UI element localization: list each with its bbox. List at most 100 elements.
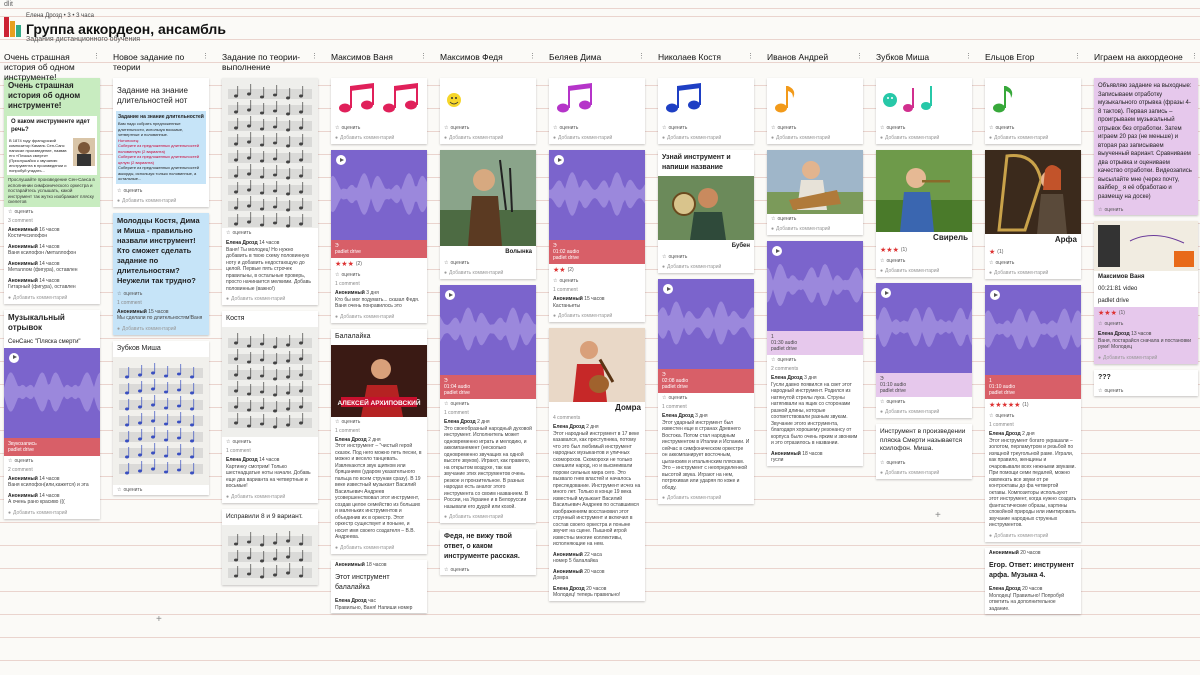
post-card[interactable]: ☆ оценить ● Добавить комментарий xyxy=(767,78,863,144)
add-comment-button[interactable]: ● Добавить комментарий xyxy=(4,293,100,304)
post-card[interactable]: Анонимный 18 часов Этот инструмент балал… xyxy=(331,559,427,613)
post-card[interactable]: Домра 4 comments Елена Дрозд 2 дня Этот н… xyxy=(549,328,645,601)
rate-button[interactable]: ☆ оценить xyxy=(549,123,645,133)
post-card[interactable]: 1 01:30 audio padlet drive ☆ оценить 2 comm… xyxy=(767,241,863,466)
rate-button[interactable]: ☆ оценить xyxy=(440,399,536,409)
add-comment-button[interactable]: ● Добавить комментарий xyxy=(985,133,1081,144)
post-card[interactable]: Зубков Миша ☆ оценить xyxy=(113,340,209,495)
rating[interactable]: ★★ (2) xyxy=(549,264,645,276)
post-card[interactable]: Инструмент в произведении пляска Смерти … xyxy=(876,424,972,479)
rate-button[interactable]: ☆ оценить xyxy=(4,456,100,466)
play-icon[interactable] xyxy=(881,288,891,298)
post-card[interactable]: ☆ оценить ● Добавить комментарий xyxy=(440,78,536,144)
add-comment-button[interactable]: ● Добавить комментарий xyxy=(331,543,427,554)
add-comment-button[interactable]: ● Добавить комментарий xyxy=(876,266,972,277)
post-card[interactable]: ☆ оценить ● Добавить комментарий xyxy=(767,150,863,235)
post-card[interactable]: ☆ оценить Елена Дрозд 14 часов Ваня! Ты мо… xyxy=(222,78,318,305)
audio-player[interactable] xyxy=(876,283,972,373)
post-card[interactable]: Музыкальный отрывок СенСанс "Пляска смер… xyxy=(4,309,100,519)
rate-button[interactable]: ☆ оценить xyxy=(440,258,536,268)
rate-button[interactable]: ☆ оценить xyxy=(876,123,972,133)
add-post-icon[interactable]: + xyxy=(935,510,941,521)
add-comment-button[interactable]: ● Добавить комментарий xyxy=(985,531,1081,542)
post-card[interactable]: Волынка ☆ оценить ● Добавить комментарий xyxy=(440,150,536,279)
post-card[interactable]: ☆ оценить ● Добавить комментарий xyxy=(549,78,645,144)
rate-button[interactable]: ☆ оценить xyxy=(985,258,1081,268)
post-card[interactable]: Объявляю задание на выходные: Записываем… xyxy=(1094,78,1198,215)
audio-player[interactable] xyxy=(985,285,1081,375)
add-comment-button[interactable]: ● Добавить комментарий xyxy=(222,294,318,305)
post-card[interactable]: Анонимный 20 часов Егор. Ответ: инструме… xyxy=(985,547,1081,614)
more-icon[interactable]: ⋮ xyxy=(1074,52,1081,62)
more-icon[interactable]: ⋮ xyxy=(747,52,754,62)
post-card[interactable]: Э 01:04 audio padlet drive ☆ оценить 1 comm… xyxy=(440,285,536,523)
add-comment-button[interactable]: ● Добавить комментарий xyxy=(658,493,754,504)
rating[interactable]: ★★★ (1) xyxy=(1094,307,1198,319)
rate-button[interactable]: ☆ оценить xyxy=(1094,386,1198,396)
play-icon[interactable] xyxy=(663,284,673,294)
more-icon[interactable]: ⋮ xyxy=(638,52,645,62)
audio-player[interactable] xyxy=(658,279,754,369)
rate-button[interactable]: ☆ оценить xyxy=(658,123,754,133)
post-card[interactable]: Балалайка АЛЕКСЕЙ АРХИПОВСКИЙ ☆ оценить 1… xyxy=(331,328,427,554)
rate-button[interactable]: ☆ оценить xyxy=(222,228,318,238)
more-icon[interactable]: ⋮ xyxy=(1191,52,1198,62)
add-comment-button[interactable]: ● Добавить комментарий xyxy=(876,407,972,418)
rating[interactable]: ★★★★★ (1) xyxy=(985,399,1081,411)
add-comment-button[interactable]: ● Добавить комментарий xyxy=(440,133,536,144)
more-icon[interactable]: ⋮ xyxy=(529,52,536,62)
video-thumbnail[interactable] xyxy=(1094,221,1198,271)
post-card[interactable]: ??? ☆ оценить xyxy=(1094,369,1198,396)
post-card[interactable]: Э 01:10 audio padlet drive ☆ оценить ● Добав… xyxy=(876,283,972,418)
rate-button[interactable]: ☆ оценить xyxy=(113,485,209,495)
add-comment-button[interactable]: ● Добавить комментарий xyxy=(113,324,209,335)
audio-player[interactable] xyxy=(767,241,863,331)
rate-button[interactable]: ☆ оценить xyxy=(767,123,863,133)
post-card[interactable]: Задание на знание длительностей нот Зада… xyxy=(113,78,209,207)
post-card[interactable]: 1 01:10 audio padlet drive ★★★★★ (1) ☆ оцени… xyxy=(985,285,1081,542)
rate-button[interactable]: ☆ оценить xyxy=(767,214,863,224)
rate-button[interactable]: ☆ оценить xyxy=(113,186,209,196)
more-icon[interactable]: ⋮ xyxy=(93,52,100,62)
add-comment-button[interactable]: ● Добавить комментарий xyxy=(767,133,863,144)
rate-button[interactable]: ☆ оценить xyxy=(440,565,536,575)
add-comment-button[interactable]: ● Добавить комментарий xyxy=(876,133,972,144)
post-card[interactable]: Максимов Ваня 00:21:81 video padlet driv… xyxy=(1094,221,1198,364)
add-comment-button[interactable]: ● Добавить комментарий xyxy=(767,224,863,235)
add-comment-button[interactable]: ● Добавить комментарий xyxy=(549,311,645,322)
audio-player[interactable] xyxy=(331,150,427,240)
add-comment-button[interactable]: ● Добавить комментарий xyxy=(549,133,645,144)
rate-button[interactable]: ☆ оценить xyxy=(549,276,645,286)
play-icon[interactable] xyxy=(9,352,19,363)
add-comment-button[interactable]: ● Добавить комментарий xyxy=(440,268,536,279)
rate-button[interactable]: ☆ оценить xyxy=(985,411,1081,421)
add-comment-button[interactable]: ● Добавить комментарий xyxy=(331,133,427,144)
add-comment-button[interactable]: ● Добавить комментарий xyxy=(4,508,100,519)
post-card[interactable]: Арфа ★ (1) ☆ оценить ● Добавить комментарий xyxy=(985,150,1081,279)
rate-button[interactable]: ☆ оценить xyxy=(876,458,972,468)
add-comment-button[interactable]: ● Добавить комментарий xyxy=(1094,353,1198,364)
post-card[interactable]: Костя ☆ оценить 1 comment Елена Дрозд 14 … xyxy=(222,311,318,503)
more-icon[interactable]: ⋮ xyxy=(311,52,318,62)
more-icon[interactable]: ⋮ xyxy=(202,52,209,62)
post-card[interactable]: Узнай инструмент и напиши название Бубен… xyxy=(658,150,754,273)
rate-button[interactable]: ☆ оценить xyxy=(876,397,972,407)
rating[interactable]: ★★★ (1) xyxy=(876,244,972,256)
post-card[interactable]: Э 01:02 audio padlet drive ★★ (2) ☆ оценить … xyxy=(549,150,645,322)
play-icon[interactable] xyxy=(554,155,564,165)
post-card[interactable]: ☆ оценить ● Добавить комментарий xyxy=(331,78,427,144)
post-card[interactable]: ☆ оценить ● Добавить комментарий xyxy=(985,78,1081,144)
add-comment-button[interactable]: ● Добавить комментарий xyxy=(658,133,754,144)
post-card[interactable]: Э 02:08 audio padlet drive ☆ оценить 1 comm… xyxy=(658,279,754,504)
rate-button[interactable]: ☆ оценить xyxy=(4,206,100,217)
more-icon[interactable]: ⋮ xyxy=(965,52,972,62)
rate-button[interactable]: ☆ оценить xyxy=(767,355,863,365)
rate-button[interactable]: ☆ оценить xyxy=(658,393,754,403)
add-comment-button[interactable]: ● Добавить комментарий xyxy=(985,268,1081,279)
post-card[interactable]: Федя, не вижу твой ответ, о каком инстру… xyxy=(440,529,536,575)
add-comment-button[interactable]: ● Добавить комментарий xyxy=(876,468,972,479)
rate-button[interactable]: ☆ оценить xyxy=(1094,205,1198,215)
rate-button[interactable]: ☆ оценить xyxy=(331,123,427,133)
more-icon[interactable]: ⋮ xyxy=(856,52,863,62)
post-card[interactable]: ☆ оценить ● Добавить комментарий xyxy=(658,78,754,144)
